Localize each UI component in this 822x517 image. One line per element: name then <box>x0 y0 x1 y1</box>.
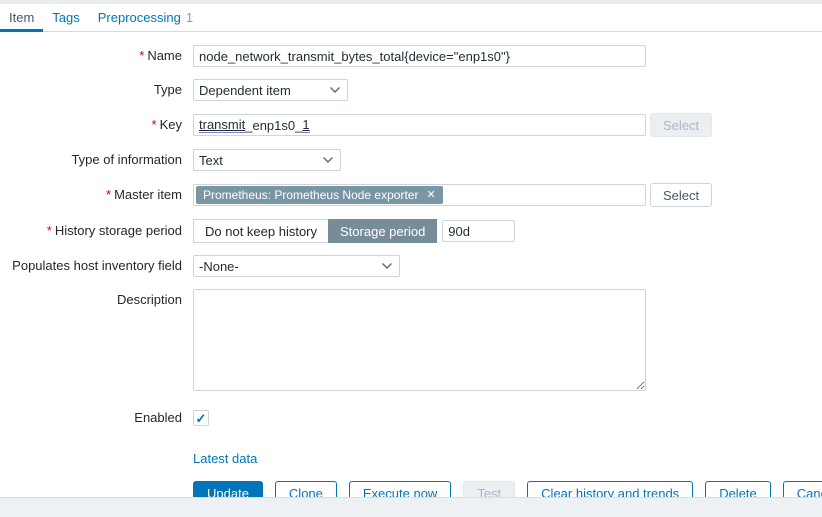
history-storage-period-row: *History storage period Do not keep hist… <box>0 219 822 243</box>
inventory-select[interactable]: -None- <box>193 255 400 277</box>
type-select[interactable]: Dependent item <box>193 79 348 101</box>
page-footer <box>0 497 822 517</box>
inventory-label-text: Populates host inventory field <box>12 258 182 273</box>
key-value-part: 1 <box>302 118 309 133</box>
required-asterisk: * <box>106 187 111 202</box>
chip-remove-icon[interactable]: ✕ <box>426 190 435 201</box>
checkmark-icon: ✓ <box>196 412 207 425</box>
description-label-text: Description <box>117 292 182 307</box>
do-not-keep-history-button[interactable]: Do not keep history <box>193 219 329 243</box>
latest-data-link[interactable]: Latest data <box>193 451 257 466</box>
master-item-select-button[interactable]: Select <box>650 183 712 207</box>
tab-preprocessing[interactable]: Preprocessing 1 <box>89 4 202 31</box>
inventory-select-value: -None- <box>199 259 239 274</box>
history-period-input[interactable] <box>442 220 515 242</box>
key-input[interactable]: transmit_enp1s0_1 <box>193 114 646 136</box>
key-value-part: transmit <box>199 118 245 133</box>
required-asterisk: * <box>139 48 144 63</box>
name-label: *Name <box>0 45 182 67</box>
type-of-information-row: Type of information Text <box>0 149 822 171</box>
chevron-down-icon <box>329 86 341 94</box>
history-storage-period-label: *History storage period <box>0 220 182 242</box>
enabled-label-text: Enabled <box>134 410 182 425</box>
preprocessing-count-badge: 1 <box>186 10 193 25</box>
master-item-chip: Prometheus: Prometheus Node exporter ✕ <box>196 186 443 204</box>
name-input[interactable] <box>193 45 646 67</box>
key-row: *Key transmit_enp1s0_1 Select <box>0 113 822 137</box>
tab-item[interactable]: Item <box>0 4 43 31</box>
tab-item-label: Item <box>9 10 34 25</box>
master-item-input[interactable]: Prometheus: Prometheus Node exporter ✕ <box>193 184 646 206</box>
type-select-value: Dependent item <box>199 83 291 98</box>
key-label-text: Key <box>160 117 182 132</box>
item-form: *Name Type Dependent item *Key transmit_… <box>0 32 822 505</box>
enabled-label: Enabled <box>0 407 182 429</box>
required-asterisk: * <box>152 117 157 132</box>
inventory-row: Populates host inventory field -None- <box>0 255 822 277</box>
chevron-down-icon <box>322 156 334 164</box>
required-asterisk: * <box>47 223 52 238</box>
key-select-button[interactable]: Select <box>650 113 712 137</box>
name-row: *Name <box>0 45 822 67</box>
tab-bar: Item Tags Preprocessing 1 <box>0 4 822 32</box>
history-mode-toggle: Do not keep history Storage period <box>193 219 437 243</box>
tab-preprocessing-label: Preprocessing <box>98 10 181 25</box>
master-item-row: *Master item Prometheus: Prometheus Node… <box>0 183 822 207</box>
key-label: *Key <box>0 114 182 136</box>
enabled-checkbox[interactable]: ✓ <box>193 410 209 426</box>
key-value-part: _enp1s0_ <box>245 118 302 133</box>
description-label: Description <box>0 289 182 311</box>
name-label-text: Name <box>147 48 182 63</box>
type-label-text: Type <box>154 82 182 97</box>
type-of-information-label-text: Type of information <box>71 152 182 167</box>
type-row: Type Dependent item <box>0 79 822 101</box>
master-item-label: *Master item <box>0 184 182 206</box>
chevron-down-icon <box>381 262 393 270</box>
type-of-information-label: Type of information <box>0 149 182 171</box>
inventory-label: Populates host inventory field <box>0 255 182 277</box>
description-row: Description <box>0 289 822 391</box>
tab-tags-label: Tags <box>52 10 79 25</box>
master-item-chip-label: Prometheus: Prometheus Node exporter <box>203 188 418 202</box>
type-label: Type <box>0 79 182 101</box>
history-storage-period-label-text: History storage period <box>55 223 182 238</box>
description-textarea[interactable] <box>193 289 646 391</box>
storage-period-button[interactable]: Storage period <box>328 219 437 243</box>
type-of-information-select[interactable]: Text <box>193 149 341 171</box>
master-item-label-text: Master item <box>114 187 182 202</box>
type-of-information-select-value: Text <box>199 153 223 168</box>
tab-tags[interactable]: Tags <box>43 4 88 31</box>
latest-data-row: Latest data <box>0 447 822 469</box>
enabled-row: Enabled ✓ <box>0 407 822 429</box>
